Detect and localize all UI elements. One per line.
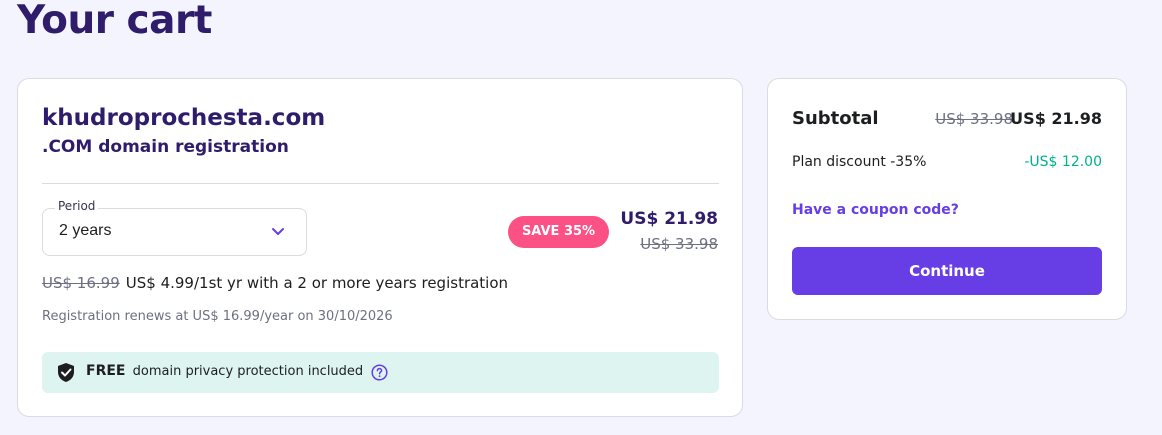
coupon-link[interactable]: Have a coupon code?: [792, 202, 959, 218]
discount-label: Plan discount -35%: [792, 154, 927, 170]
subtotal-label: Subtotal: [792, 108, 879, 129]
privacy-description: domain privacy protection included: [132, 364, 364, 379]
order-summary-card: Subtotal US$ 33.98 US$ 21.98 Plan discou…: [767, 78, 1127, 320]
cart-item-card: khudroprochesta.com .COM domain registra…: [17, 78, 743, 417]
help-circle-icon[interactable]: [371, 364, 388, 381]
promo-old-price: US$ 16.99: [42, 274, 120, 292]
domain-name: khudroprochesta.com: [42, 105, 326, 131]
discount-value: -US$ 12.00: [1024, 154, 1102, 170]
privacy-text: FREE domain privacy protection included: [86, 363, 363, 379]
save-badge: SAVE 35%: [508, 216, 609, 248]
subtotal-old-price: US$ 33.98: [935, 110, 1013, 128]
subtotal-price: US$ 21.98: [1010, 109, 1102, 128]
period-select[interactable]: Period 2 years: [42, 199, 307, 256]
period-selected-value: 2 years: [59, 222, 112, 239]
product-name: .COM domain registration: [42, 137, 289, 157]
shield-check-icon: [58, 363, 74, 382]
chevron-down-icon: [272, 228, 284, 235]
item-old-price: US$ 33.98: [640, 235, 718, 253]
period-label: Period: [55, 199, 99, 213]
item-price: US$ 21.98: [620, 209, 718, 229]
promo-text: US$ 4.99/1st yr with a 2 or more years r…: [125, 274, 509, 292]
divider: [42, 183, 719, 184]
privacy-banner: FREE domain privacy protection included: [42, 352, 719, 393]
renewal-text: Registration renews at US$ 16.99/year on…: [42, 309, 393, 324]
page-title: Your cart: [17, 0, 212, 43]
promo-line: US$ 16.99 US$ 4.99/1st yr with a 2 or mor…: [42, 274, 508, 292]
continue-button[interactable]: Continue: [792, 247, 1102, 295]
privacy-free-label: FREE: [86, 363, 126, 379]
